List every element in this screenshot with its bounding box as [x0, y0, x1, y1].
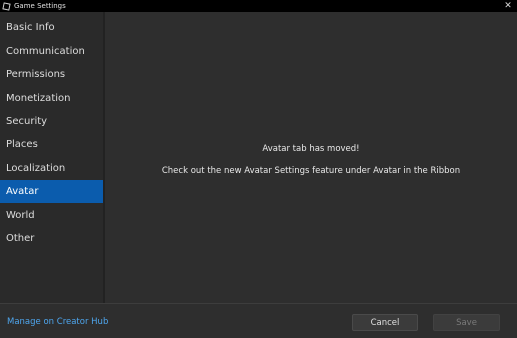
- sidebar-item-avatar[interactable]: Avatar: [0, 180, 103, 203]
- sidebar-item-basic-info[interactable]: Basic Info: [0, 16, 103, 39]
- window-title: Game Settings: [14, 2, 66, 10]
- main-panel: Avatar tab has moved! Check out the new …: [105, 12, 517, 303]
- sidebar-item-world[interactable]: World: [0, 204, 103, 227]
- close-icon[interactable]: ✕: [503, 0, 513, 12]
- sidebar-item-places[interactable]: Places: [0, 133, 103, 156]
- title-bar: Game Settings ✕: [0, 0, 517, 12]
- studio-logo-icon: [2, 1, 11, 11]
- sidebar-item-security[interactable]: Security: [0, 110, 103, 133]
- save-button[interactable]: Save: [433, 314, 500, 331]
- moved-heading: Avatar tab has moved!: [262, 144, 360, 154]
- settings-sidebar: Basic Info Communication Permissions Mon…: [0, 12, 103, 303]
- sidebar-item-communication[interactable]: Communication: [0, 40, 103, 63]
- moved-message: Check out the new Avatar Settings featur…: [161, 166, 461, 176]
- sidebar-item-monetization[interactable]: Monetization: [0, 87, 103, 110]
- sidebar-item-other[interactable]: Other: [0, 227, 103, 250]
- sidebar-item-permissions[interactable]: Permissions: [0, 63, 103, 86]
- game-settings-window: Game Settings ✕ Basic Info Communication…: [0, 0, 517, 338]
- sidebar-item-localization[interactable]: Localization: [0, 157, 103, 180]
- footer-bar: Manage on Creator Hub Cancel Save: [0, 304, 517, 338]
- manage-on-creator-hub-link[interactable]: Manage on Creator Hub: [7, 317, 108, 327]
- cancel-button[interactable]: Cancel: [352, 314, 418, 331]
